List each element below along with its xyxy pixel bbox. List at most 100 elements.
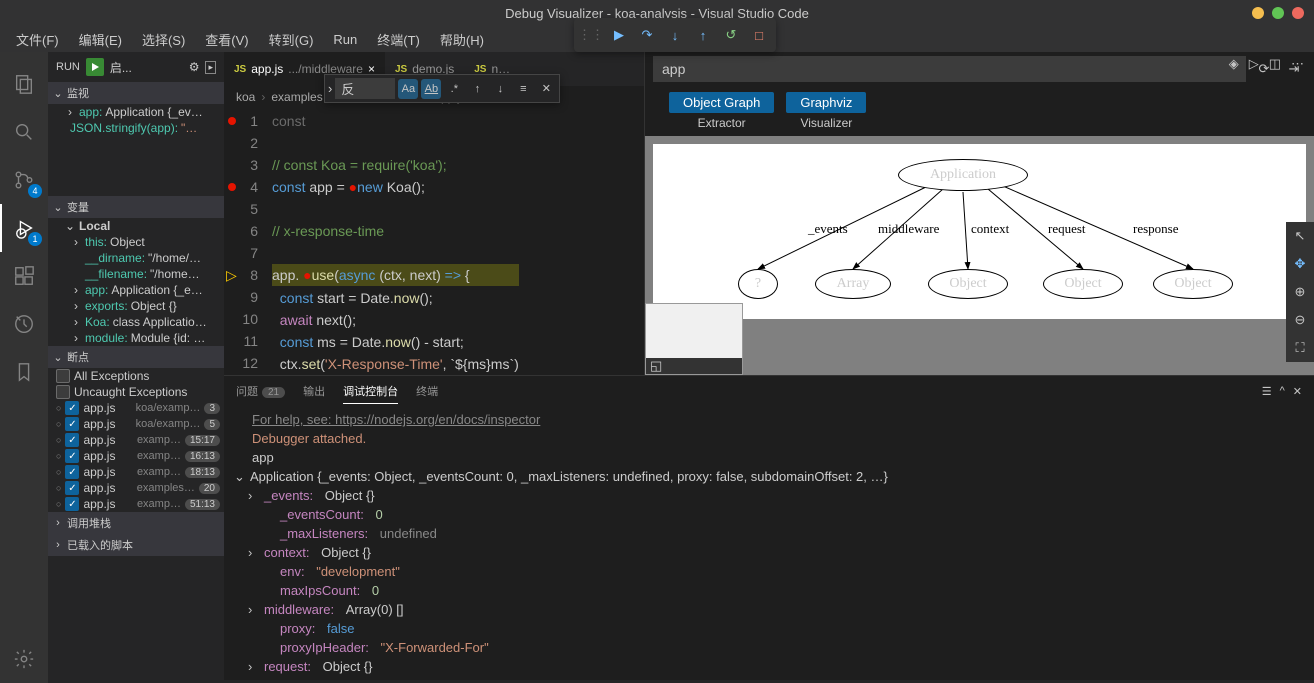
close-panel-icon[interactable]: ✕ [1293, 385, 1302, 398]
search-icon[interactable] [0, 108, 48, 156]
local-var[interactable]: ›this: Object [48, 234, 224, 250]
debug-console[interactable]: For help, see: https://nodejs.org/en/doc… [224, 406, 1314, 680]
stop-button[interactable]: □ [746, 22, 772, 48]
start-debug-button[interactable] [86, 58, 104, 76]
chevron-right-icon[interactable]: › [328, 81, 332, 96]
graph-canvas[interactable]: Application _events middleware context r… [653, 144, 1306, 319]
more-icon[interactable]: ⋯ [1291, 56, 1304, 72]
breakpoint-item[interactable]: ○✓app.jsexamples…20 [48, 480, 224, 496]
split-icon[interactable]: ◫ [1269, 56, 1281, 72]
find-selection-button[interactable]: ≡ [513, 79, 533, 99]
find-widget[interactable]: › Aa Ab .* ↑ ↓ ≡ ✕ [324, 74, 560, 103]
local-var[interactable]: ›exports: Object {} [48, 298, 224, 314]
minimap-corner-icon[interactable]: ◱ [650, 358, 662, 374]
scm-icon[interactable]: 4 [0, 156, 48, 204]
debug-icon[interactable]: 1 [0, 204, 48, 252]
extractor-button[interactable]: Object Graph [669, 92, 774, 113]
run-file-icon[interactable]: ▷ [1249, 56, 1259, 72]
graph-node[interactable]: Object [1043, 269, 1123, 299]
debug-toolbar[interactable]: ⋮⋮ ▶ ↷ ↓ ↑ ↺ □ [574, 18, 776, 52]
regex-button[interactable]: .* [444, 79, 464, 99]
timeline-icon[interactable] [0, 300, 48, 348]
match-word-button[interactable]: Ab [421, 79, 441, 99]
zoom-in-icon[interactable]: ⊕ [1286, 278, 1314, 306]
collapse-icon[interactable]: ^ [1280, 385, 1285, 398]
graph-node[interactable]: Array [815, 269, 891, 299]
breakpoint-item[interactable]: ○✓app.jsexamp…15:17 [48, 432, 224, 448]
local-var[interactable]: ›module: Module {id: … [48, 330, 224, 346]
visualizer-input[interactable] [653, 56, 1246, 82]
breakpoint-item[interactable]: ○✓app.jsexamp…18:13 [48, 464, 224, 480]
local-var[interactable]: ›app: Application {_e… [48, 282, 224, 298]
step-out-button[interactable]: ↑ [690, 22, 716, 48]
compare-icon[interactable]: ◈ [1229, 56, 1239, 72]
bp-uncaught[interactable]: Uncaught Exceptions [48, 384, 224, 400]
breakpoints-section[interactable]: ⌄断点 [48, 346, 224, 368]
menu-edit[interactable]: 编辑(E) [71, 28, 130, 51]
menu-help[interactable]: 帮助(H) [432, 28, 492, 51]
graph-area[interactable]: Application _events middleware context r… [645, 136, 1314, 375]
loaded-scripts-section[interactable]: ›已载入的脚本 [48, 534, 224, 556]
node-root[interactable]: Application [898, 159, 1028, 191]
bp-all-exceptions[interactable]: All Exceptions [48, 368, 224, 384]
continue-button[interactable]: ▶ [606, 22, 632, 48]
settings-icon[interactable] [0, 635, 48, 683]
close-find-button[interactable]: ✕ [536, 79, 556, 99]
breakpoint-item[interactable]: ○✓app.jsexamp…51:13 [48, 496, 224, 512]
move-icon[interactable]: ✥ [1286, 250, 1314, 278]
callstack-section[interactable]: ›调用堆栈 [48, 512, 224, 534]
code-area[interactable]: const // const Koa = require('koa'); con… [272, 108, 519, 375]
menu-run[interactable]: Run [325, 30, 365, 49]
extensions-icon[interactable] [0, 252, 48, 300]
fit-icon[interactable]: ⛶ [1286, 334, 1314, 362]
debug-console-icon[interactable]: ▸ [205, 61, 216, 74]
minimize-button[interactable] [1252, 7, 1264, 19]
graph-node[interactable]: Object [1153, 269, 1233, 299]
zoom-out-icon[interactable]: ⊖ [1286, 306, 1314, 334]
watch-section[interactable]: ⌄监视 [48, 82, 224, 104]
filter-icon[interactable]: ☰ [1262, 385, 1272, 398]
match-case-button[interactable]: Aa [398, 79, 418, 99]
minimap[interactable] [519, 108, 574, 375]
variables-section[interactable]: ⌄变量 [48, 196, 224, 218]
menu-select[interactable]: 选择(S) [134, 28, 193, 51]
gear-icon[interactable]: ⚙ [189, 60, 200, 74]
close-button[interactable] [1292, 7, 1304, 19]
step-over-button[interactable]: ↷ [634, 22, 660, 48]
restart-button[interactable]: ↺ [718, 22, 744, 48]
tab-output[interactable]: 输出 [303, 379, 325, 403]
maximize-button[interactable] [1272, 7, 1284, 19]
prev-match-button[interactable]: ↑ [467, 79, 487, 99]
find-input[interactable] [335, 78, 395, 99]
watch-item[interactable]: JSON.stringify(app): "… [48, 120, 224, 136]
tab-debug-console[interactable]: 调试控制台 [343, 379, 398, 404]
window-controls [1252, 7, 1304, 19]
local-var[interactable]: ›Koa: class Applicatio… [48, 314, 224, 330]
activity-bar: 4 1 [0, 52, 48, 683]
breakpoint-item[interactable]: ○✓app.jsexamp…16:13 [48, 448, 224, 464]
bookmark-icon[interactable] [0, 348, 48, 396]
graph-node[interactable]: Object [928, 269, 1008, 299]
visualizer-button[interactable]: Graphviz [786, 92, 866, 113]
step-into-button[interactable]: ↓ [662, 22, 688, 48]
explorer-icon[interactable] [0, 60, 48, 108]
local-var[interactable]: __dirname: "/home/… [48, 250, 224, 266]
menu-view[interactable]: 查看(V) [197, 28, 256, 51]
breakpoint-item[interactable]: ○✓app.jskoa/examp…3 [48, 400, 224, 416]
graph-minimap[interactable]: ◱ [645, 303, 743, 375]
breakpoint-item[interactable]: ○✓app.jskoa/examp…5 [48, 416, 224, 432]
config-name[interactable]: 启... [110, 59, 183, 76]
graph-node[interactable]: ? [738, 269, 778, 299]
watch-item[interactable]: ›app: Application {_ev… [48, 104, 224, 120]
scope-local[interactable]: ⌄Local [48, 218, 224, 234]
next-match-button[interactable]: ↓ [490, 79, 510, 99]
menu-terminal[interactable]: 终端(T) [369, 28, 428, 51]
editor-body[interactable]: 1 2 3 4 5 6 7 ▷8 9 10 11 12 const [224, 108, 644, 375]
menu-file[interactable]: 文件(F) [8, 28, 67, 51]
tab-terminal[interactable]: 终端 [416, 379, 438, 403]
local-var[interactable]: __filename: "/home… [48, 266, 224, 282]
menu-goto[interactable]: 转到(G) [261, 28, 322, 51]
drag-handle-icon[interactable]: ⋮⋮ [578, 22, 604, 48]
pointer-icon[interactable]: ↖ [1286, 222, 1314, 250]
tab-problems[interactable]: 问题21 [236, 379, 285, 403]
